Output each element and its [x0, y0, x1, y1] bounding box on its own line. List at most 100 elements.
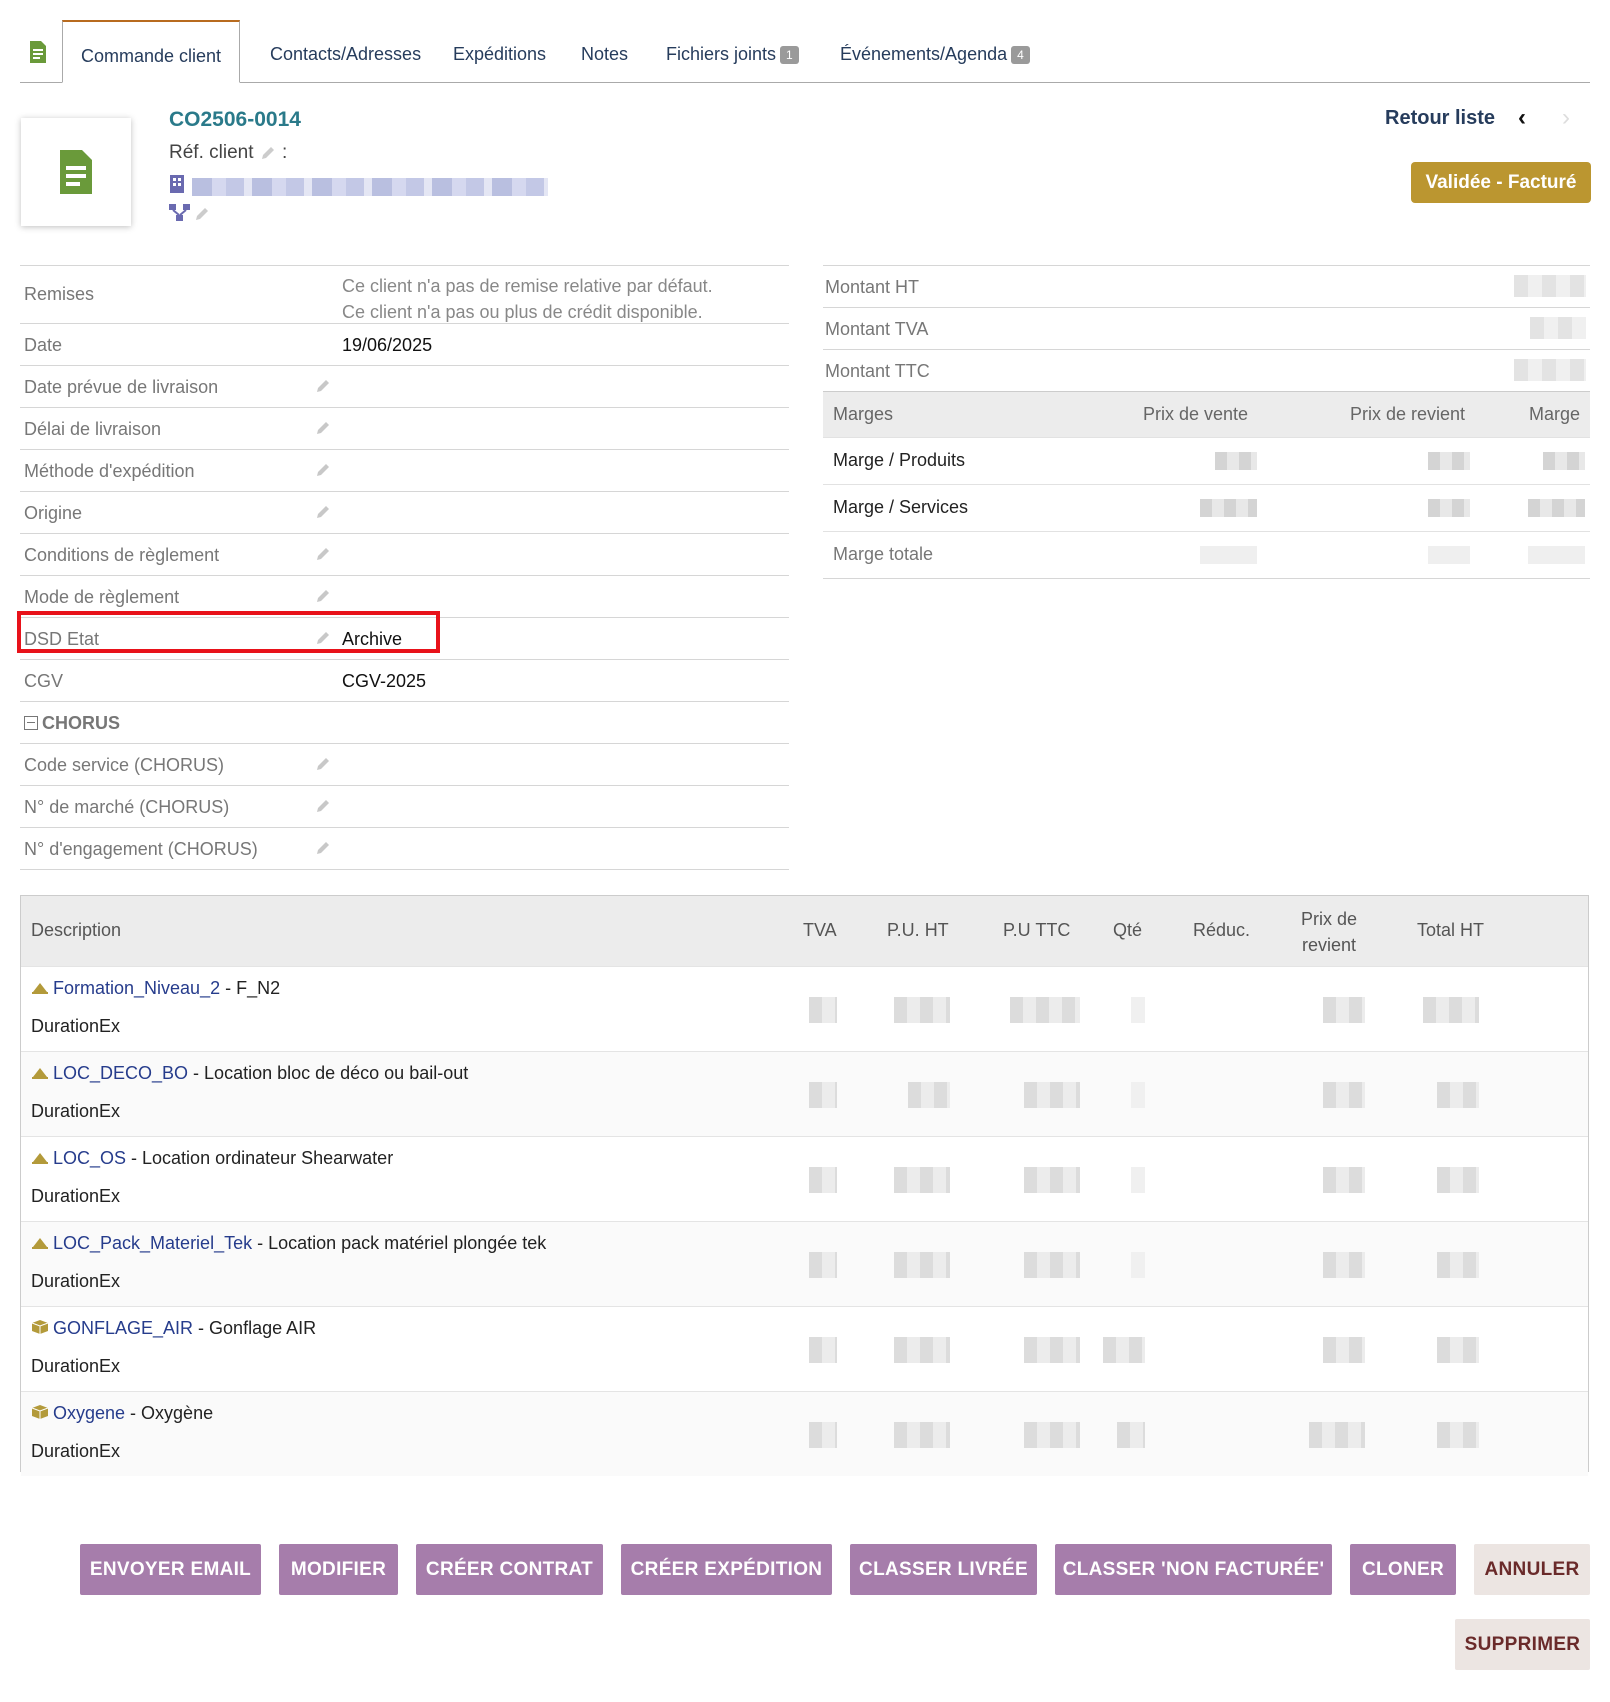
field-row-cgv: CGV CGV-2025: [20, 659, 789, 701]
margin-value-blurred: [1528, 499, 1585, 517]
product-label: - Gonflage AIR: [193, 1318, 317, 1338]
create-shipment-button[interactable]: CRÉER EXPÉDITION: [621, 1544, 832, 1595]
service-icon: [32, 983, 48, 994]
margin-value-blurred: [1200, 546, 1257, 564]
product-link[interactable]: LOC_OS: [53, 1148, 126, 1168]
margin-value-blurred: [1428, 452, 1470, 470]
service-icon: [32, 1238, 48, 1249]
amount-row-ht: Montant HT: [823, 265, 1590, 307]
chorus-section-header[interactable]: CHORUS: [20, 701, 789, 743]
col-header-description: Description: [31, 920, 122, 940]
field-row-marche: N° de marché (CHORUS): [20, 785, 789, 827]
margin-value-blurred: [1428, 546, 1470, 564]
chorus-header: CHORUS: [24, 713, 120, 734]
amount-label: Montant TTC: [825, 361, 930, 381]
cell-blurred: [1437, 1082, 1479, 1108]
cell-blurred: [908, 1082, 950, 1108]
amount-label: Montant HT: [825, 277, 920, 297]
edit-pencil-icon[interactable]: [314, 419, 332, 437]
send-email-button[interactable]: ENVOYER EMAIL: [80, 1544, 261, 1595]
tab-contacts-adresses[interactable]: Contacts/Adresses: [252, 20, 439, 82]
edit-pencil-icon[interactable]: [259, 144, 277, 162]
tab-expeditions[interactable]: Expéditions: [435, 20, 564, 82]
tab-fichiers-joints[interactable]: Fichiers joints 1: [648, 20, 817, 82]
tab-evenements-agenda[interactable]: Événements/Agenda 4: [822, 20, 1048, 82]
cell-blurred: [1323, 1252, 1365, 1278]
line-title: GONFLAGE_AIR - Gonflage AIR: [31, 1318, 316, 1339]
margin-value-blurred: [1528, 546, 1585, 564]
cell-blurred: [1423, 997, 1479, 1023]
line-subtext: DurationEx: [31, 1016, 121, 1036]
margins-col-header: Prix de revient: [1350, 404, 1466, 424]
classify-delivered-button[interactable]: CLASSER LIVRÉE: [850, 1544, 1037, 1595]
classify-not-billed-button[interactable]: CLASSER 'NON FACTURÉE': [1055, 1544, 1332, 1595]
tab-notes[interactable]: Notes: [563, 20, 646, 82]
cell-blurred: [809, 1422, 837, 1448]
margin-value-blurred: [1543, 452, 1585, 470]
cell-blurred: [1131, 997, 1145, 1023]
tab-commande-client[interactable]: Commande client: [62, 20, 241, 83]
field-label: Mode de règlement: [24, 587, 180, 607]
service-icon: [32, 1068, 48, 1079]
cancel-button[interactable]: ANNULER: [1474, 1544, 1590, 1595]
create-contract-button[interactable]: CRÉER CONTRAT: [416, 1544, 603, 1595]
next-record-icon[interactable]: ›: [1562, 104, 1570, 132]
product-label: - Oxygène: [125, 1403, 214, 1423]
product-link[interactable]: Formation_Niveau_2: [53, 978, 220, 998]
order-doc-icon[interactable]: [28, 40, 48, 64]
cell-blurred: [894, 1252, 950, 1278]
edit-pencil-icon[interactable]: [314, 587, 332, 605]
amount-value-blurred: [1514, 359, 1586, 381]
field-row-conditions-reglement: Conditions de règlement: [20, 533, 789, 575]
margin-label: Marge / Produits: [833, 450, 966, 470]
margins-header: Marges Prix de vente Prix de revient Mar…: [823, 391, 1590, 437]
previous-record-icon[interactable]: ‹: [1518, 104, 1526, 132]
field-label: Origine: [24, 503, 83, 523]
table-row: Oxygene - Oxygène DurationEx: [21, 1391, 1588, 1476]
cell-blurred: [809, 1337, 837, 1363]
field-label: N° d'engagement (CHORUS): [24, 839, 258, 859]
col-header-tva: TVA: [803, 920, 837, 940]
cell-blurred: [1309, 1422, 1365, 1448]
edit-pencil-icon[interactable]: [314, 377, 332, 395]
cell-blurred: [1323, 1337, 1365, 1363]
cell-blurred: [809, 1167, 837, 1193]
product-link[interactable]: LOC_Pack_Materiel_Tek: [53, 1233, 252, 1253]
amount-row-ttc: Montant TTC: [823, 349, 1590, 391]
cell-blurred: [1437, 1252, 1479, 1278]
delete-button[interactable]: SUPPRIMER: [1455, 1619, 1590, 1670]
edit-pencil-icon[interactable]: [314, 839, 332, 857]
back-to-list-link[interactable]: Retour liste: [1385, 107, 1495, 130]
field-row-remises: Remises Ce client n'a pas de remise rela…: [20, 265, 789, 323]
line-title: LOC_Pack_Materiel_Tek - Location pack ma…: [31, 1233, 546, 1254]
line-subtext: DurationEx: [31, 1441, 121, 1461]
edit-pencil-icon[interactable]: [314, 503, 332, 521]
edit-pencil-icon[interactable]: [314, 461, 332, 479]
amount-value-blurred: [1530, 317, 1586, 339]
field-row-code-service: Code service (CHORUS): [20, 743, 789, 785]
line-title: LOC_DECO_BO - Location bloc de déco ou b…: [31, 1063, 468, 1084]
product-link[interactable]: LOC_DECO_BO: [53, 1063, 188, 1083]
product-link[interactable]: GONFLAGE_AIR: [53, 1318, 193, 1338]
field-label: Délai de livraison: [24, 419, 162, 439]
margin-label: Marge totale: [833, 544, 934, 564]
ref-client-label: Réf. client: [169, 142, 254, 163]
field-row-origine: Origine: [20, 491, 789, 533]
product-label: - Location ordinateur Shearwater: [126, 1148, 394, 1168]
modify-button[interactable]: MODIFIER: [279, 1544, 398, 1595]
service-icon: [32, 1153, 48, 1164]
edit-pencil-icon[interactable]: [314, 545, 332, 563]
product-link[interactable]: Oxygene: [53, 1403, 125, 1423]
amount-label: Montant TVA: [825, 319, 929, 339]
field-row-date-livraison: Date prévue de livraison: [20, 365, 789, 407]
field-label: Méthode d'expédition: [24, 461, 195, 481]
table-row: LOC_DECO_BO - Location bloc de déco ou b…: [21, 1051, 1588, 1136]
clone-button[interactable]: CLONER: [1350, 1544, 1456, 1595]
collapse-icon[interactable]: [24, 716, 38, 730]
customer-name-blurred[interactable]: [192, 178, 548, 196]
edit-pencil-icon[interactable]: [314, 797, 332, 815]
margins-col-header: Marge: [1529, 404, 1581, 424]
ref-client-line: Réf. client :: [169, 142, 287, 164]
margin-value-blurred: [1200, 499, 1257, 517]
edit-pencil-icon[interactable]: [314, 755, 332, 773]
